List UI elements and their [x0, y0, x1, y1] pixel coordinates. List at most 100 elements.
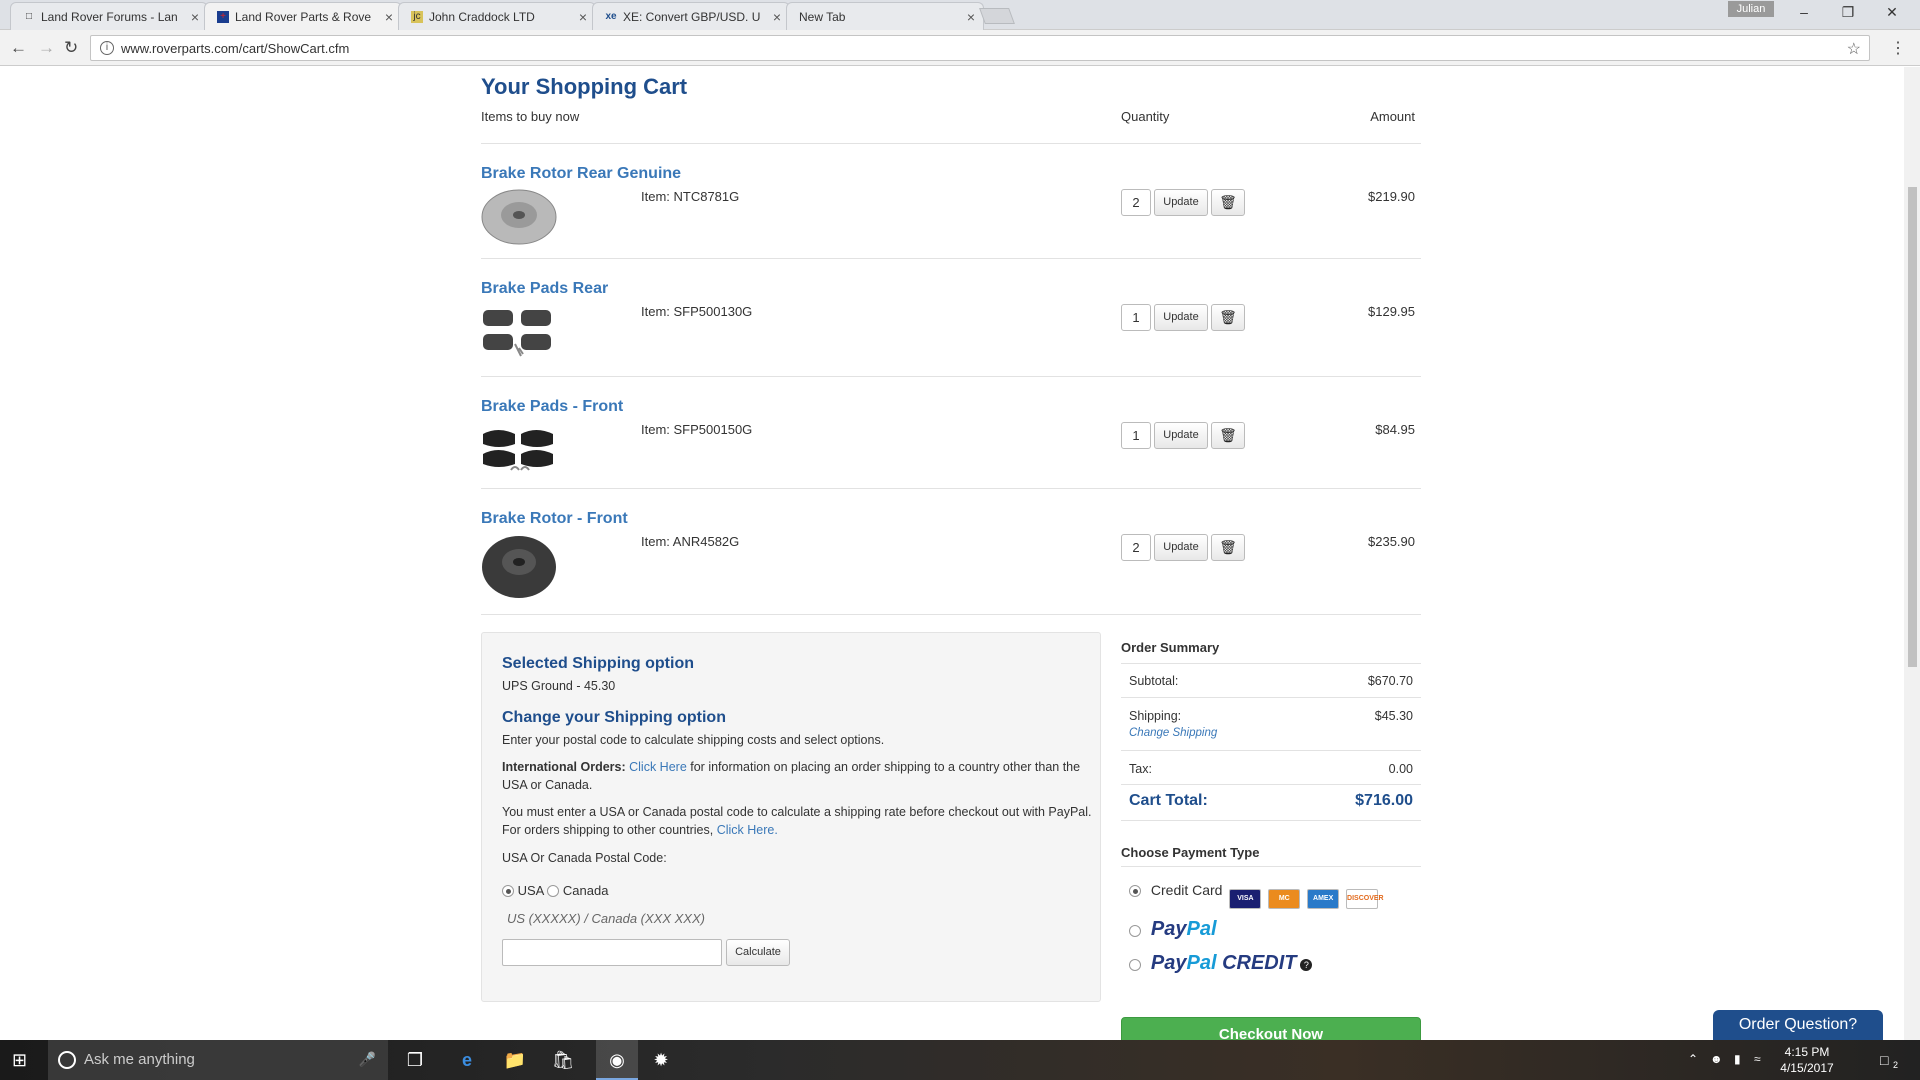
file-explorer-icon[interactable]: 📁	[502, 1048, 528, 1072]
amex-icon: AMEX	[1307, 889, 1340, 909]
usa-radio[interactable]	[502, 885, 514, 897]
usa-label: USA	[517, 883, 544, 898]
tab-new-tab[interactable]: New Tab ×	[786, 2, 984, 30]
brake-rotor-image[interactable]	[481, 534, 557, 600]
restore-icon[interactable]: ❐	[1828, 4, 1868, 21]
reload-icon[interactable]: ↻	[64, 38, 78, 58]
chrome-icon[interactable]: ◉	[596, 1040, 638, 1080]
scrollbar-thumb[interactable]	[1908, 187, 1917, 667]
time: 4:15 PM	[1784, 1045, 1830, 1059]
uk-flag-icon: +	[217, 11, 229, 23]
item-amount: $235.90	[1368, 534, 1415, 549]
paypal-option[interactable]: PayPal	[1129, 918, 1217, 941]
change-shipping-title: Change your Shipping option	[502, 709, 726, 726]
divider	[1121, 750, 1421, 751]
menu-icon[interactable]: ⋮	[1890, 38, 1906, 58]
item-name-link[interactable]: Brake Pads - Front	[481, 398, 623, 416]
edge-icon[interactable]: e	[454, 1048, 480, 1072]
quantity-input[interactable]: 1	[1121, 422, 1151, 449]
chevron-up-icon[interactable]: ⌃	[1688, 1052, 1698, 1066]
other-countries-link[interactable]: Click Here.	[717, 823, 778, 837]
paypal-credit-radio[interactable]	[1129, 959, 1141, 971]
canada-radio[interactable]	[547, 885, 560, 897]
divider	[481, 258, 1421, 259]
update-button[interactable]: Update	[1154, 534, 1208, 561]
people-icon[interactable]: ☻	[1710, 1052, 1723, 1066]
tab-land-rover-forums[interactable]: □ Land Rover Forums - Lan ×	[10, 2, 208, 30]
battery-icon[interactable]: ▮	[1734, 1052, 1741, 1066]
task-view-icon[interactable]: ❐	[402, 1048, 428, 1072]
quantity-input[interactable]: 2	[1121, 189, 1151, 216]
shipping-label: Shipping:	[1129, 709, 1182, 723]
app-icon[interactable]: ✹	[648, 1048, 674, 1072]
paypal-radio[interactable]	[1129, 925, 1141, 937]
notifications-icon[interactable]: □	[1880, 1052, 1888, 1068]
trash-icon[interactable]: 🗑	[1211, 304, 1245, 331]
divider	[481, 376, 1421, 377]
intl-click-here-link[interactable]: Click Here	[629, 760, 687, 774]
close-icon[interactable]: ×	[385, 9, 393, 25]
help-icon[interactable]: ?	[1300, 959, 1313, 971]
cortana-search[interactable]: Ask me anything 🎤	[48, 1040, 388, 1080]
change-shipping-link[interactable]: Change Shipping	[1129, 727, 1217, 739]
new-tab-button[interactable]	[979, 8, 1015, 24]
brake-pads-image[interactable]	[481, 304, 557, 360]
checkout-now-button[interactable]: Checkout Now	[1121, 1017, 1421, 1040]
paypal-credit-option[interactable]: PayPal CREDIT ?	[1129, 952, 1313, 975]
close-icon[interactable]: ×	[579, 9, 587, 25]
item-amount: $129.95	[1368, 304, 1415, 319]
notification-count: 2	[1893, 1060, 1899, 1070]
quantity-input[interactable]: 1	[1121, 304, 1151, 331]
close-icon[interactable]: ×	[967, 9, 975, 25]
page-icon: □	[25, 11, 33, 22]
close-icon[interactable]: ×	[191, 9, 199, 25]
minimize-icon[interactable]: –	[1784, 4, 1824, 20]
order-question-button[interactable]: Order Question?	[1713, 1010, 1883, 1040]
close-window-icon[interactable]: ✕	[1872, 4, 1912, 21]
brake-rotor-image[interactable]	[481, 189, 557, 245]
subtotal-label: Subtotal:	[1129, 674, 1179, 688]
microphone-icon[interactable]: 🎤	[359, 1051, 376, 1068]
discover-icon: DISCOVER	[1346, 889, 1384, 909]
brake-pads-image[interactable]	[481, 422, 557, 478]
update-button[interactable]: Update	[1154, 189, 1208, 216]
paypal-text-a: Pay	[1150, 952, 1187, 974]
tax-value: 0.00	[1388, 762, 1413, 776]
paypal-credit-logo: PayPal CREDIT	[1151, 952, 1297, 974]
tab-land-rover-parts[interactable]: + Land Rover Parts & Rove ×	[204, 2, 402, 31]
profile-badge[interactable]: Julian	[1728, 1, 1774, 17]
scrollbar[interactable]	[1904, 67, 1920, 1040]
back-icon[interactable]: ←	[10, 38, 27, 58]
bookmark-star-icon[interactable]: ☆	[1847, 39, 1861, 59]
tab-john-craddock[interactable]: jc John Craddock LTD ×	[398, 2, 596, 30]
trash-icon[interactable]: 🗑	[1211, 422, 1245, 449]
url-input[interactable]: i www.roverparts.com/cart/ShowCart.cfm ☆	[90, 35, 1870, 61]
search-placeholder: Ask me anything	[84, 1051, 195, 1068]
info-icon[interactable]: i	[100, 41, 114, 55]
calculate-button[interactable]: Calculate	[726, 939, 790, 966]
update-button[interactable]: Update	[1154, 422, 1208, 449]
cart-total-label: Cart Total:	[1129, 792, 1208, 809]
item-amount: $84.95	[1375, 422, 1415, 437]
item-name-link[interactable]: Brake Rotor Rear Genuine	[481, 165, 681, 183]
trash-icon[interactable]: 🗑	[1211, 534, 1245, 561]
tab-xe-convert[interactable]: xe XE: Convert GBP/USD. U ×	[592, 2, 790, 30]
wifi-icon[interactable]: ≈	[1754, 1052, 1761, 1066]
update-button[interactable]: Update	[1154, 304, 1208, 331]
tab-title: XE: Convert GBP/USD. U	[623, 10, 761, 24]
trash-icon[interactable]: 🗑	[1211, 189, 1245, 216]
close-icon[interactable]: ×	[773, 9, 781, 25]
item-name-link[interactable]: Brake Pads Rear	[481, 280, 608, 298]
credit-card-option[interactable]: Credit Card VISA MC AMEX DISCOVER	[1129, 882, 1384, 909]
forward-icon[interactable]: →	[38, 38, 55, 58]
store-icon[interactable]: 🛍	[550, 1048, 576, 1072]
credit-card-radio[interactable]	[1129, 885, 1141, 897]
url-text: www.roverparts.com/cart/ShowCart.cfm	[121, 41, 350, 56]
visa-icon: VISA	[1229, 889, 1262, 909]
item-name-link[interactable]: Brake Rotor - Front	[481, 510, 628, 528]
clock[interactable]: 4:15 PM 4/15/2017	[1772, 1044, 1842, 1076]
paypal-text-b: Pal	[1186, 952, 1217, 974]
quantity-input[interactable]: 2	[1121, 534, 1151, 561]
postal-code-input[interactable]	[502, 939, 722, 966]
windows-start-icon[interactable]: ⊞	[12, 1050, 27, 1071]
